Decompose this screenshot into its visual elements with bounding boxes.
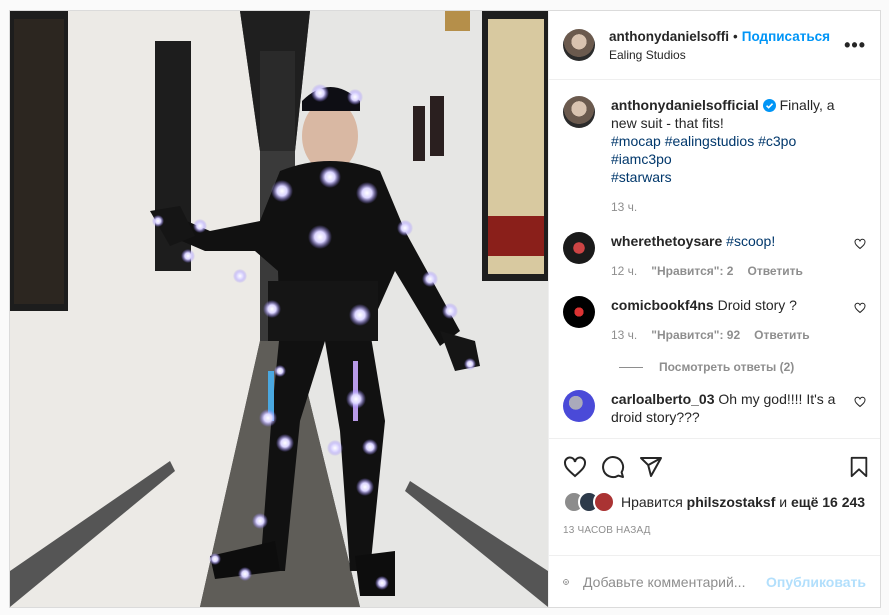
add-comment-bar: Опубликовать — [549, 555, 880, 607]
post-header: anthonydanielsoffi • Подписаться Ealing … — [549, 11, 880, 80]
comment-username[interactable]: carloalberto_03 — [611, 391, 715, 407]
commenter-avatar[interactable] — [563, 390, 595, 422]
reply-button[interactable]: Ответить — [747, 262, 802, 280]
author-username[interactable]: anthonydanielsoffi — [609, 29, 729, 44]
separator-dot: • — [733, 28, 738, 44]
reply-button[interactable]: Ответить — [754, 326, 809, 344]
post-actions: Нравится philszostaksf и ещё 16 243 13 ч… — [549, 438, 880, 536]
commenter-avatar[interactable] — [563, 232, 595, 264]
comment-likes[interactable]: "Нравится": 92 — [651, 326, 740, 344]
bookmark-icon[interactable] — [848, 456, 870, 478]
likes-others[interactable]: ещё 16 243 — [791, 494, 865, 510]
likes-user[interactable]: philszostaksf — [687, 494, 776, 510]
heart-icon[interactable] — [563, 455, 587, 479]
caption-hashtag-starwars[interactable]: #starwars — [611, 169, 672, 185]
follow-button[interactable]: Подписаться — [742, 29, 830, 44]
liker-avatar — [593, 491, 615, 513]
comment-likes[interactable]: "Нравится": 2 — [651, 262, 733, 280]
comment-text: Droid story ? — [717, 297, 797, 313]
caption-username[interactable]: anthonydanielsofficial — [611, 97, 759, 113]
comment-item: comicbookf4ns Droid story ? 13 ч. "Нрави… — [563, 296, 866, 344]
comment-like-heart-icon[interactable] — [854, 302, 866, 314]
emoji-icon[interactable] — [563, 570, 569, 594]
send-icon[interactable] — [639, 455, 663, 479]
liker-avatars — [563, 491, 615, 513]
post-photo[interactable] — [10, 11, 548, 607]
author-avatar[interactable] — [563, 29, 595, 61]
mocap-hallway-photo — [10, 11, 548, 607]
comment-like-heart-icon[interactable] — [854, 396, 866, 408]
more-options-icon[interactable]: ••• — [844, 35, 866, 56]
comment-time: 13 ч. — [611, 328, 638, 342]
caption-hashtags[interactable]: #mocap #ealingstudios #c3po #iamc3po — [611, 133, 796, 167]
commenter-avatar[interactable] — [563, 296, 595, 328]
author-avatar-caption[interactable] — [563, 96, 595, 128]
view-replies-button[interactable]: Посмотреть ответы (2) — [619, 360, 866, 374]
likes-summary: Нравится philszostaksf и ещё 16 243 — [563, 491, 870, 513]
comment-item: wherethetoysare #scoop! 12 ч. "Нравится"… — [563, 232, 866, 280]
comment-username[interactable]: comicbookf4ns — [611, 297, 714, 313]
comment-like-heart-icon[interactable] — [854, 238, 866, 250]
likes-prefix: Нравится — [621, 494, 683, 510]
comment-text[interactable]: #scoop! — [726, 233, 775, 249]
post-sidebar: anthonydanielsoffi • Подписаться Ealing … — [548, 11, 880, 607]
likes-conj: и — [779, 494, 788, 510]
comment-item: carloalberto_03 Oh my god!!!! It's a dro… — [563, 390, 866, 426]
publish-button[interactable]: Опубликовать — [766, 574, 866, 590]
caption-time: 13 ч. — [611, 200, 638, 214]
comments-list[interactable]: anthonydanielsofficial Finally, a new su… — [549, 80, 880, 438]
comment-input[interactable] — [581, 572, 767, 591]
instagram-post: anthonydanielsoffi • Подписаться Ealing … — [9, 10, 881, 608]
comment-username[interactable]: wherethetoysare — [611, 233, 722, 249]
verified-badge-icon — [762, 99, 776, 112]
comment-icon[interactable] — [601, 455, 625, 479]
comment-time: 12 ч. — [611, 264, 638, 278]
location-link[interactable]: Ealing Studios — [609, 48, 844, 62]
post-time: 13 часов назад — [563, 525, 651, 536]
caption: anthonydanielsofficial Finally, a new su… — [563, 96, 866, 216]
